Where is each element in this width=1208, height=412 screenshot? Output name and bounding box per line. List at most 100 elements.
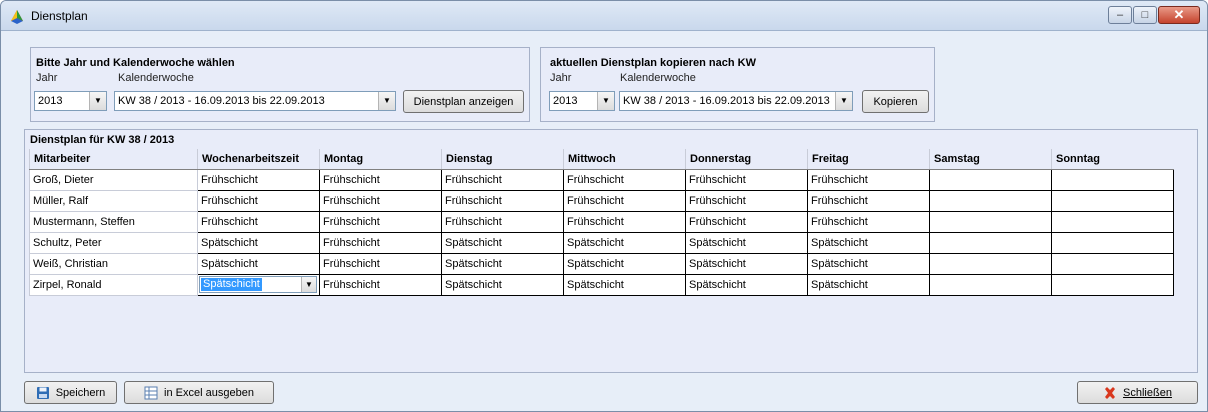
close-window-button[interactable]: ✕ — [1158, 6, 1200, 24]
week-select-value: KW 38 / 2013 - 16.09.2013 bis 22.09.2013 — [118, 95, 325, 107]
table-row: Schultz, Peter Spätschicht Frühschicht S… — [29, 231, 1174, 254]
column-header[interactable]: Donnerstag — [685, 149, 808, 170]
shift-cell[interactable]: Spätschicht — [563, 252, 686, 275]
shift-cell[interactable]: Frühschicht — [319, 168, 442, 191]
employee-name-cell[interactable]: Schultz, Peter — [29, 231, 198, 254]
dienstplan-window: Dienstplan – □ ✕ Bitte Jahr und Kalender… — [0, 0, 1208, 412]
shift-cell[interactable]: Spätschicht — [441, 252, 564, 275]
excel-export-button[interactable]: in Excel ausgeben — [124, 381, 274, 404]
shift-cell[interactable]: Frühschicht — [563, 189, 686, 212]
copy-button[interactable]: Kopieren — [862, 90, 929, 113]
shift-cell[interactable]: Spätschicht — [685, 252, 808, 275]
shift-cell[interactable] — [929, 189, 1052, 212]
week-label: Kalenderwoche — [118, 72, 194, 84]
column-header[interactable]: Wochenarbeitszeit — [197, 149, 320, 170]
shift-cell[interactable]: Frühschicht — [197, 210, 320, 233]
chevron-down-icon[interactable]: ▼ — [597, 92, 614, 110]
show-plan-button[interactable]: Dienstplan anzeigen — [403, 90, 524, 113]
year-label: Jahr — [36, 72, 58, 84]
shift-cell[interactable]: Spätschicht — [563, 273, 686, 296]
plan-title: Dienstplan für KW 38 / 2013 — [30, 134, 175, 146]
copy-year-select-value: 2013 — [553, 95, 578, 107]
week-select[interactable]: KW 38 / 2013 - 16.09.2013 bis 22.09.2013… — [114, 91, 396, 111]
shift-cell[interactable]: Frühschicht — [441, 168, 564, 191]
shift-cell[interactable] — [1051, 168, 1174, 191]
chevron-down-icon[interactable]: ▼ — [89, 92, 106, 110]
shift-cell-editing[interactable]: Spätschicht ▼ — [197, 273, 320, 296]
shift-cell[interactable]: Frühschicht — [197, 168, 320, 191]
shift-cell[interactable] — [929, 168, 1052, 191]
shift-cell[interactable] — [929, 210, 1052, 233]
chevron-down-icon[interactable]: ▼ — [301, 277, 316, 292]
shift-cell[interactable]: Spätschicht — [807, 252, 930, 275]
shift-cell[interactable]: Frühschicht — [807, 210, 930, 233]
shift-cell[interactable] — [929, 231, 1052, 254]
shift-cell[interactable]: Frühschicht — [319, 210, 442, 233]
shift-cell[interactable] — [929, 273, 1052, 296]
shift-cell[interactable]: Frühschicht — [319, 273, 442, 296]
year-select[interactable]: 2013 ▼ — [34, 91, 107, 111]
maximize-icon: □ — [1141, 9, 1149, 21]
shift-cell[interactable]: Frühschicht — [807, 189, 930, 212]
table-header-row: Mitarbeiter Wochenarbeitszeit Montag Die… — [29, 149, 1174, 170]
employee-name-cell[interactable]: Müller, Ralf — [29, 189, 198, 212]
shift-cell[interactable]: Frühschicht — [685, 168, 808, 191]
shift-cell[interactable]: Frühschicht — [319, 252, 442, 275]
column-header[interactable]: Dienstag — [441, 149, 564, 170]
shift-cell[interactable] — [1051, 273, 1174, 296]
save-button[interactable]: Speichern — [24, 381, 117, 404]
column-header[interactable]: Mittwoch — [563, 149, 686, 170]
table-row: Mustermann, Steffen Frühschicht Frühschi… — [29, 210, 1174, 233]
shift-cell[interactable]: Spätschicht — [441, 231, 564, 254]
copy-plan-group-title: aktuellen Dienstplan kopieren nach KW — [550, 57, 756, 69]
copy-week-select-value: KW 38 / 2013 - 16.09.2013 bis 22.09.2013 — [623, 95, 830, 107]
employee-name-cell[interactable]: Zirpel, Ronald — [29, 273, 198, 296]
shift-cell[interactable]: Frühschicht — [563, 168, 686, 191]
chevron-down-icon[interactable]: ▼ — [835, 92, 852, 110]
maximize-button[interactable]: □ — [1133, 6, 1157, 24]
shift-cell[interactable] — [1051, 231, 1174, 254]
plan-panel: Dienstplan für KW 38 / 2013 Mitarbeiter … — [24, 129, 1198, 373]
copy-week-select[interactable]: KW 38 / 2013 - 16.09.2013 bis 22.09.2013… — [619, 91, 853, 111]
shift-cell[interactable] — [1051, 189, 1174, 212]
select-week-group: Bitte Jahr und Kalenderwoche wählen Jahr… — [30, 47, 530, 122]
close-button[interactable]: Schließen — [1077, 381, 1198, 404]
shift-cell[interactable]: Frühschicht — [441, 210, 564, 233]
shift-cell[interactable]: Spätschicht — [441, 273, 564, 296]
shift-cell[interactable]: Frühschicht — [197, 189, 320, 212]
column-header[interactable]: Samstag — [929, 149, 1052, 170]
shift-cell[interactable]: Frühschicht — [685, 189, 808, 212]
table-row: Weiß, Christian Spätschicht Frühschicht … — [29, 252, 1174, 275]
shift-cell[interactable]: Spätschicht — [807, 231, 930, 254]
employee-name-cell[interactable]: Weiß, Christian — [29, 252, 198, 275]
shift-cell[interactable]: Frühschicht — [563, 210, 686, 233]
copy-year-select[interactable]: 2013 ▼ — [549, 91, 615, 111]
employee-name-cell[interactable]: Groß, Dieter — [29, 168, 198, 191]
column-header[interactable]: Sonntag — [1051, 149, 1174, 170]
minimize-button[interactable]: – — [1108, 6, 1132, 24]
year-select-value: 2013 — [38, 95, 63, 107]
employee-name-cell[interactable]: Mustermann, Steffen — [29, 210, 198, 233]
shift-cell[interactable]: Spätschicht — [685, 273, 808, 296]
shift-cell[interactable]: Spätschicht — [563, 231, 686, 254]
shift-cell[interactable]: Spätschicht — [197, 252, 320, 275]
title-bar: Dienstplan – □ ✕ — [1, 1, 1207, 31]
shift-cell[interactable]: Frühschicht — [807, 168, 930, 191]
chevron-down-icon[interactable]: ▼ — [378, 92, 395, 110]
shift-cell[interactable]: Spätschicht — [197, 231, 320, 254]
shift-cell[interactable] — [1051, 252, 1174, 275]
shift-cell[interactable] — [929, 252, 1052, 275]
shift-cell[interactable] — [1051, 210, 1174, 233]
shift-cell[interactable]: Frühschicht — [685, 210, 808, 233]
column-header[interactable]: Freitag — [807, 149, 930, 170]
table-row: Müller, Ralf Frühschicht Frühschicht Frü… — [29, 189, 1174, 212]
column-header[interactable]: Mitarbeiter — [29, 149, 198, 170]
spreadsheet-icon — [144, 386, 158, 399]
shift-cell[interactable]: Frühschicht — [319, 189, 442, 212]
shift-dropdown[interactable]: Spätschicht ▼ — [199, 276, 317, 293]
shift-cell[interactable]: Spätschicht — [685, 231, 808, 254]
shift-cell[interactable]: Spätschicht — [807, 273, 930, 296]
shift-cell[interactable]: Frühschicht — [441, 189, 564, 212]
shift-cell[interactable]: Frühschicht — [319, 231, 442, 254]
column-header[interactable]: Montag — [319, 149, 442, 170]
